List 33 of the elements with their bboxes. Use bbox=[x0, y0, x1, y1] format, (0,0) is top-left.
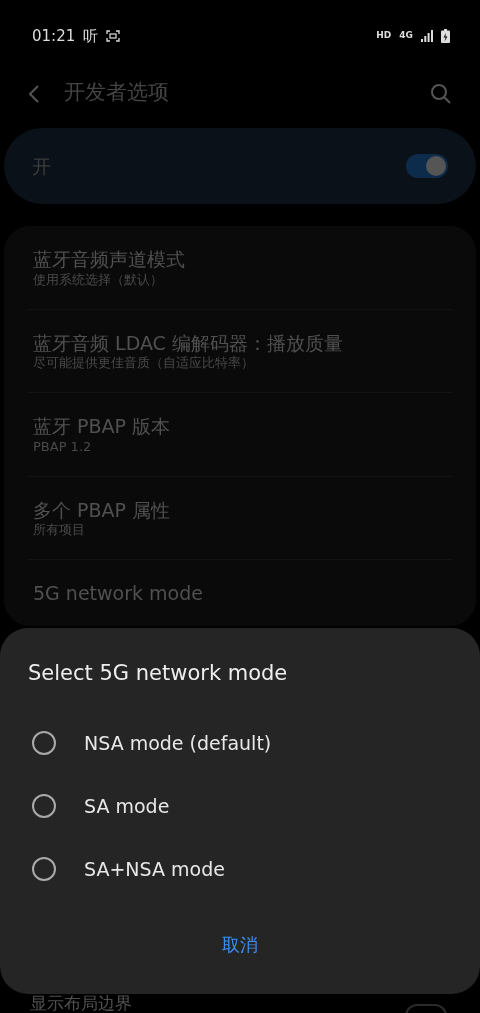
setting-title[interactable]: 显示布局边界 bbox=[30, 994, 132, 1013]
dialog-title: Select 5G network mode bbox=[28, 660, 289, 687]
cancel-button[interactable]: 取消 bbox=[208, 924, 272, 964]
radio-button[interactable] bbox=[32, 857, 56, 881]
status-time: 01:21 bbox=[32, 25, 76, 47]
setting-title[interactable]: 多个 PBAP 属性 bbox=[33, 497, 447, 523]
radio-button[interactable] bbox=[32, 794, 56, 818]
notification-glyph: 听 bbox=[83, 25, 99, 47]
radio-option[interactable]: SA mode bbox=[28, 774, 452, 838]
setting-title[interactable]: 蓝牙 PBAP 版本 bbox=[33, 414, 447, 439]
battery-icon bbox=[441, 29, 450, 43]
page-title: 开发者选项 bbox=[64, 79, 169, 107]
signal-icon bbox=[421, 30, 433, 42]
option-label: NSA mode (default) bbox=[84, 730, 272, 756]
master-toggle[interactable] bbox=[406, 154, 448, 178]
setting-title[interactable]: 蓝牙音频声道模式 bbox=[33, 247, 447, 272]
setting-summary: 使用系统选择（默认） bbox=[33, 271, 164, 289]
setting-summary: 尽可能提供更佳音质（自适应比特率） bbox=[33, 355, 255, 373]
setting-title[interactable]: 5G network mode bbox=[33, 581, 447, 606]
radio-button[interactable] bbox=[32, 731, 56, 755]
network-type: 4G bbox=[399, 29, 413, 43]
option-label: SA mode bbox=[84, 793, 170, 819]
search-button[interactable] bbox=[430, 81, 452, 105]
radio-option[interactable]: SA+NSA mode bbox=[28, 837, 452, 901]
hd-indicator: HD bbox=[376, 29, 392, 43]
screenshot-icon bbox=[106, 30, 121, 42]
setting-title[interactable]: 蓝牙音频 LDAC 编解码器：播放质量 bbox=[33, 330, 447, 356]
radio-option[interactable]: NSA mode (default) bbox=[28, 711, 452, 775]
option-label: SA+NSA mode bbox=[84, 856, 225, 882]
search-icon bbox=[430, 82, 452, 105]
setting-summary: 所有项目 bbox=[33, 522, 86, 540]
back-icon bbox=[28, 83, 40, 104]
setting-summary: PBAP 1.2 bbox=[33, 438, 93, 456]
